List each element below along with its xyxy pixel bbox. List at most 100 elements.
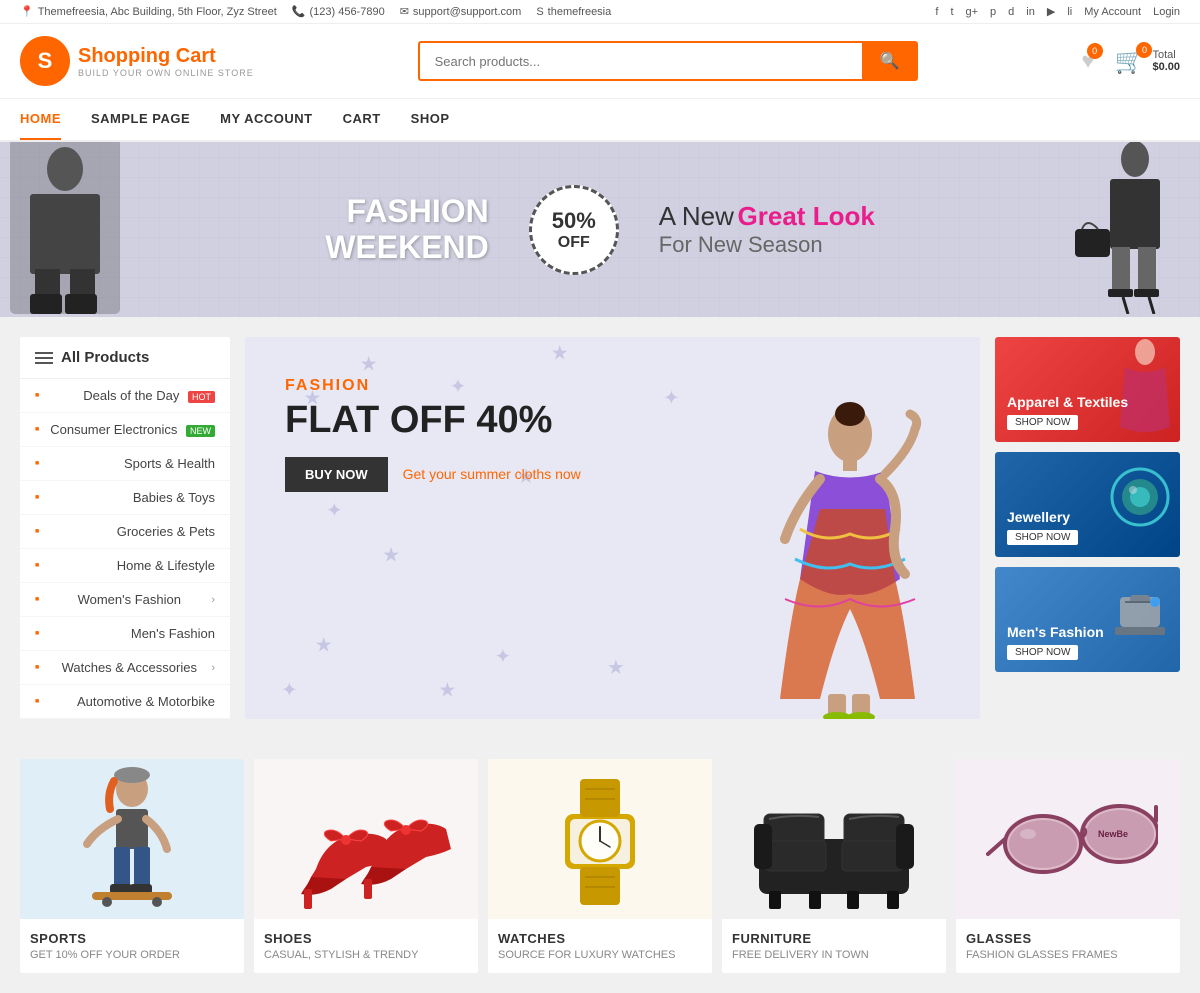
promo-banner: ★★✦ ✦★★ ✦★★ ★✦ ✦★ FASHION FLAT OFF 40% B…	[245, 337, 980, 719]
location-icon: 📍	[20, 5, 34, 18]
banner-headline: FASHIONWEEKEND	[325, 194, 489, 264]
promo-text: FASHION FLAT OFF 40% BUY NOW Get your su…	[285, 377, 581, 492]
furniture-desc: FREE DELIVERY IN TOWN	[732, 949, 936, 961]
category-glasses[interactable]: NewBe GLASSES FASHION GLASSES FRAMES	[956, 759, 1180, 973]
facebook-link[interactable]: f	[935, 6, 938, 18]
nav-cart[interactable]: CART	[343, 99, 381, 140]
email-icon: ✉	[400, 5, 409, 18]
sidebar-header: All Products	[20, 337, 230, 379]
nav-my-account[interactable]: MY ACCOUNT	[220, 99, 312, 140]
svg-text:★: ★	[607, 657, 625, 679]
glasses-name: GLASSES	[966, 931, 1170, 946]
promo-title: FLAT OFF 40%	[285, 400, 581, 442]
search-bar: 🔍	[418, 41, 918, 81]
sidebar-link-automotive[interactable]: Automotive & Motorbike	[20, 685, 230, 718]
shoes-info: SHOES CASUAL, STYLISH & TRENDY	[254, 919, 478, 973]
category-sports[interactable]: SPORTS GET 10% OFF YOUR ORDER	[20, 759, 244, 973]
sidebar-link-electronics[interactable]: Consumer Electronics NEW	[20, 413, 230, 446]
new-badge: NEW	[186, 425, 215, 437]
svg-text:NewBe: NewBe	[1098, 829, 1128, 839]
glasses-info: GLASSES FASHION GLASSES FRAMES	[956, 919, 1180, 973]
svg-text:✦: ✦	[281, 680, 298, 702]
sidebar-link-watches[interactable]: Watches & Accessories ›	[20, 651, 230, 684]
google-link[interactable]: g+	[966, 6, 979, 18]
header: S Shopping Cart BUILD YOUR OWN ONLINE ST…	[0, 24, 1200, 99]
nav-shop[interactable]: SHOP	[411, 99, 450, 140]
promo-fashion-label: FASHION	[285, 377, 581, 395]
banner-great-look: Great Look	[738, 201, 875, 231]
sidebar-link-groceries[interactable]: Groceries & Pets	[20, 515, 230, 548]
category-watches[interactable]: WATCHES SOURCE FOR LUXURY WATCHES	[488, 759, 712, 973]
nav-home[interactable]: HOME	[20, 99, 61, 140]
cart-total: Total $0.00	[1152, 49, 1180, 73]
panel-mens-fashion[interactable]: Men's Fashion SHOP NOW	[995, 567, 1180, 672]
hero-banner: FASHIONWEEKEND 50% OFF A New Great Look …	[0, 142, 1200, 317]
banner-tagline-1: A New Great Look	[659, 201, 875, 232]
email-info: ✉ support@support.com	[400, 5, 522, 18]
linkedin-link[interactable]: li	[1067, 6, 1072, 18]
top-bar-left: 📍 Themefreesia, Abc Building, 5th Floor,…	[20, 5, 611, 18]
category-shoes[interactable]: SHOES CASUAL, STYLISH & TRENDY	[254, 759, 478, 973]
cart-badge: 0	[1136, 42, 1152, 58]
sidebar-item-deals: Deals of the Day HOT	[20, 379, 230, 413]
panel-jewellery-text: Jewellery SHOP NOW	[1007, 509, 1078, 545]
youtube-link[interactable]: ▶	[1047, 5, 1055, 18]
login-link[interactable]: Login	[1153, 6, 1180, 18]
sidebar-link-babies[interactable]: Babies & Toys	[20, 481, 230, 514]
discount-off: OFF	[558, 234, 590, 252]
banner-headline-text: FASHIONWEEKEND	[325, 194, 489, 264]
wishlist-button[interactable]: ♥ 0	[1082, 48, 1095, 74]
wishlist-badge: 0	[1087, 43, 1103, 59]
svg-text:✦: ✦	[495, 646, 512, 668]
top-bar-right: f t g+ p d in ▶ li My Account Login	[935, 5, 1180, 18]
search-button[interactable]: 🔍	[862, 41, 918, 81]
dribbble-link[interactable]: d	[1008, 6, 1014, 18]
jewellery-shop-now[interactable]: SHOP NOW	[1007, 530, 1078, 545]
sidebar-item-automotive: Automotive & Motorbike	[20, 685, 230, 719]
sidebar-item-mens: Men's Fashion	[20, 617, 230, 651]
skype-icon: S	[536, 6, 543, 18]
glasses-desc: FASHION GLASSES FRAMES	[966, 949, 1170, 961]
shoes-name: SHOES	[264, 931, 468, 946]
sidebar-link-womens[interactable]: Women's Fashion ›	[20, 583, 230, 616]
menu-icon	[35, 352, 53, 364]
buy-now-button[interactable]: BUY NOW	[285, 457, 388, 492]
sports-info: SPORTS GET 10% OFF YOUR ORDER	[20, 919, 244, 973]
watches-desc: SOURCE FOR LUXURY WATCHES	[498, 949, 702, 961]
pinterest-link[interactable]: p	[990, 6, 996, 18]
category-furniture[interactable]: FURNITURE FREE DELIVERY IN TOWN	[722, 759, 946, 973]
cart-button[interactable]: 🛒 0 Total $0.00	[1115, 47, 1180, 76]
twitter-link[interactable]: t	[950, 6, 953, 18]
phone-icon: 📞	[292, 5, 306, 18]
banner-content: FASHIONWEEKEND 50% OFF A New Great Look …	[325, 185, 875, 275]
logo[interactable]: S Shopping Cart BUILD YOUR OWN ONLINE ST…	[20, 36, 254, 86]
panel-apparel[interactable]: Apparel & Textiles SHOP NOW	[995, 337, 1180, 442]
sidebar-item-babies: Babies & Toys	[20, 481, 230, 515]
sidebar-link-mens[interactable]: Men's Fashion	[20, 617, 230, 650]
nav-sample-page[interactable]: SAMPLE PAGE	[91, 99, 190, 140]
svg-text:★: ★	[438, 680, 456, 702]
chevron-right-icon: ›	[211, 594, 215, 606]
sidebar-link-deals[interactable]: Deals of the Day HOT	[20, 379, 230, 412]
sidebar-link-sports[interactable]: Sports & Health	[20, 447, 230, 480]
watches-image	[488, 759, 712, 919]
svg-text:★: ★	[360, 354, 378, 376]
search-input[interactable]	[418, 41, 862, 81]
apparel-shop-now[interactable]: SHOP NOW	[1007, 415, 1078, 430]
discount-percent: 50%	[552, 208, 596, 234]
logo-title: Shopping Cart	[78, 45, 254, 68]
my-account-link[interactable]: My Account	[1084, 6, 1141, 18]
top-bar: 📍 Themefreesia, Abc Building, 5th Floor,…	[0, 0, 1200, 24]
furniture-name: FURNITURE	[732, 931, 936, 946]
sports-name: SPORTS	[30, 931, 234, 946]
instagram-link[interactable]: in	[1026, 6, 1035, 18]
sidebar-item-electronics: Consumer Electronics NEW	[20, 413, 230, 447]
panel-mens-text: Men's Fashion SHOP NOW	[1007, 624, 1104, 660]
mens-shop-now[interactable]: SHOP NOW	[1007, 645, 1078, 660]
glasses-image: NewBe	[956, 759, 1180, 919]
sidebar-link-home[interactable]: Home & Lifestyle	[20, 549, 230, 582]
panel-jewellery[interactable]: Jewellery SHOP NOW	[995, 452, 1180, 557]
sidebar-item-womens: Women's Fashion ›	[20, 583, 230, 617]
shoes-image	[254, 759, 478, 919]
discount-badge: 50% OFF	[529, 185, 619, 275]
